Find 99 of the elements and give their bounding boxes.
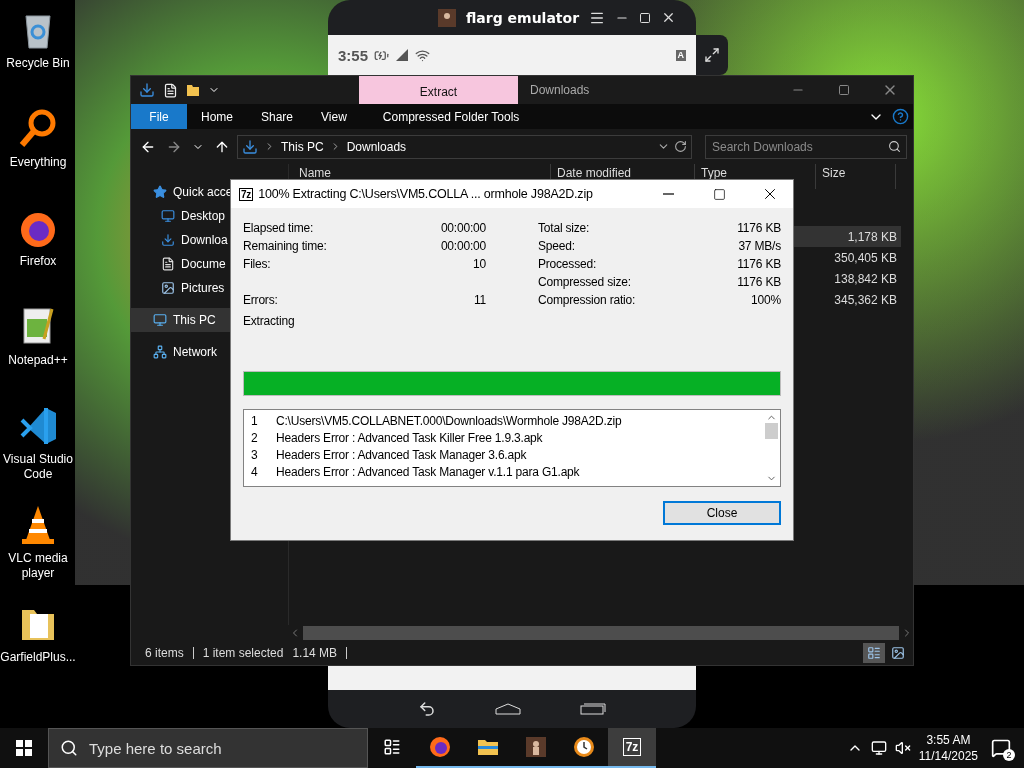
refresh-icon[interactable] (674, 140, 687, 153)
search-field[interactable]: Search Downloads (705, 134, 907, 159)
status-clock: 3:55 (338, 46, 369, 64)
desktop-icon-label[interactable]: Notepad++ (8, 353, 68, 368)
close-button[interactable]: Close (663, 501, 781, 525)
star-icon (153, 185, 167, 199)
help-icon[interactable] (892, 108, 909, 125)
desktop-icon-label[interactable]: Firefox (19, 254, 57, 269)
task-view-icon (383, 738, 401, 756)
computer-icon (153, 313, 167, 327)
stat-label: Files: (243, 257, 271, 271)
home-icon[interactable] (495, 703, 521, 715)
dialog-title: 100% Extracting C:\Users\VM5.COLLA ... ormhole J98A2D.zip (258, 187, 594, 201)
desktop-icon-label[interactable]: VLC media player (0, 551, 76, 581)
folder-icon[interactable] (186, 83, 200, 97)
log-message: Headers Error : Advanced Task Killer Free 1.9.3.apk (276, 430, 543, 445)
download-icon (242, 138, 258, 155)
line-number: 3 (251, 447, 259, 462)
breadcrumb[interactable]: Downloads (346, 139, 407, 154)
stat-label: Remaining time: (243, 239, 327, 253)
stat-value: 10 (473, 257, 486, 271)
stat-value: 00:00:00 (440, 239, 486, 253)
ribbon-tab[interactable]: Compressed Folder Tools (368, 104, 534, 129)
stat-value: 00:00:00 (440, 221, 486, 235)
stat-label: Elapsed time: (243, 221, 314, 235)
stat-label: Total size: (538, 221, 590, 235)
column-header[interactable]: Size (816, 164, 896, 189)
ribbon-tab[interactable]: View (307, 104, 361, 129)
stat-value: 100% (751, 293, 781, 307)
contextual-tab-label: Extract (359, 76, 518, 104)
network-icon[interactable] (870, 740, 887, 756)
ribbon-tab[interactable]: Home (187, 104, 247, 129)
download-icon (161, 233, 175, 247)
fullscreen-icon[interactable] (704, 47, 720, 63)
stat-value: 1176 KB (737, 221, 781, 235)
details-view-icon (867, 646, 881, 660)
stat-label: Processed: (538, 257, 597, 271)
recents-icon[interactable] (580, 703, 607, 715)
log-message: C:\Users\VM5.COLLABNET.000\Downloads\Wormhole J98A2D.zip (276, 413, 622, 428)
details-view-button[interactable] (863, 643, 885, 663)
file-tab[interactable]: File (131, 104, 187, 129)
back-icon[interactable] (417, 700, 436, 718)
wifi-icon (415, 47, 431, 63)
large-icons-view-icon (891, 646, 905, 660)
log-message: Headers Error : Advanced Task Manager v.1.1 para G1.apk (276, 464, 580, 479)
app-icon (524, 735, 548, 759)
desktop-icon-label[interactable]: Visual Studio Code (0, 452, 76, 482)
breadcrumb[interactable]: This PC (281, 139, 324, 154)
clock-time: 3:55 AM (926, 732, 971, 748)
notifications-button[interactable]: 2 (986, 733, 1016, 763)
line-number: 2 (251, 430, 259, 445)
minimize-icon (662, 193, 674, 195)
browser-icon (428, 735, 452, 759)
window-title: Downloads (529, 82, 591, 99)
line-number: 4 (251, 464, 259, 479)
archive-logo: 7z (239, 187, 254, 201)
archive-logo: 7z (622, 738, 642, 756)
taskbar-clock[interactable]: 3:55 AM 11/14/2025 (918, 732, 978, 764)
stat-value: 1176 KB (737, 275, 781, 289)
taskbar-app-button[interactable]: 7z (608, 728, 656, 768)
selection-info: 1 item selected (202, 646, 284, 660)
line-number: 1 (251, 413, 259, 428)
download-icon[interactable] (139, 82, 155, 98)
desktop-icon (161, 209, 175, 223)
stat-label: Compressed size: (538, 275, 631, 289)
desktop-icon-label[interactable]: GarfieldPlus... (0, 650, 76, 665)
item-count: 6 items (145, 646, 184, 660)
windows-logo-icon (16, 740, 32, 756)
log-message: Headers Error : Advanced Task Manager 3.6.apk (276, 447, 527, 462)
notification-icon: A (675, 49, 686, 61)
desktop-icon-label[interactable]: Everything (9, 155, 67, 170)
maximize-icon (838, 84, 850, 96)
search-icon (888, 139, 901, 153)
maximize-icon[interactable] (639, 11, 652, 24)
stat-value: 11 (473, 293, 486, 307)
scroll-thumb[interactable] (765, 423, 778, 439)
picture-icon (161, 281, 175, 295)
clock-date: 11/14/2025 (918, 748, 978, 764)
taskbar-search-field[interactable]: Type here to search (48, 728, 368, 768)
notification-count: 2 (1003, 749, 1015, 761)
clock-icon (572, 735, 596, 759)
address-bar[interactable]: This PC Downloads (237, 134, 692, 159)
network-icon (153, 345, 167, 359)
desktop-icon-label[interactable]: Recycle Bin (6, 56, 70, 71)
selection-size: 1.14 MB (292, 646, 338, 660)
file-size: 1,178 KB (847, 229, 897, 244)
stat-value: 37 MB/s (738, 239, 781, 253)
document-icon (161, 257, 175, 271)
properties-icon[interactable] (163, 82, 178, 98)
volume-muted-icon[interactable] (894, 740, 911, 756)
stat-label: Compression ratio: (538, 293, 636, 307)
stat-value: 1176 KB (737, 257, 781, 271)
emulator-title: flarg emulator (465, 9, 580, 26)
maximize-icon (712, 187, 726, 201)
app-icon (437, 8, 456, 27)
stat-label: Errors: (243, 293, 278, 307)
stat-label: Speed: (538, 239, 575, 253)
signal-icon (395, 48, 410, 62)
ribbon-tab[interactable]: Share (247, 104, 308, 129)
